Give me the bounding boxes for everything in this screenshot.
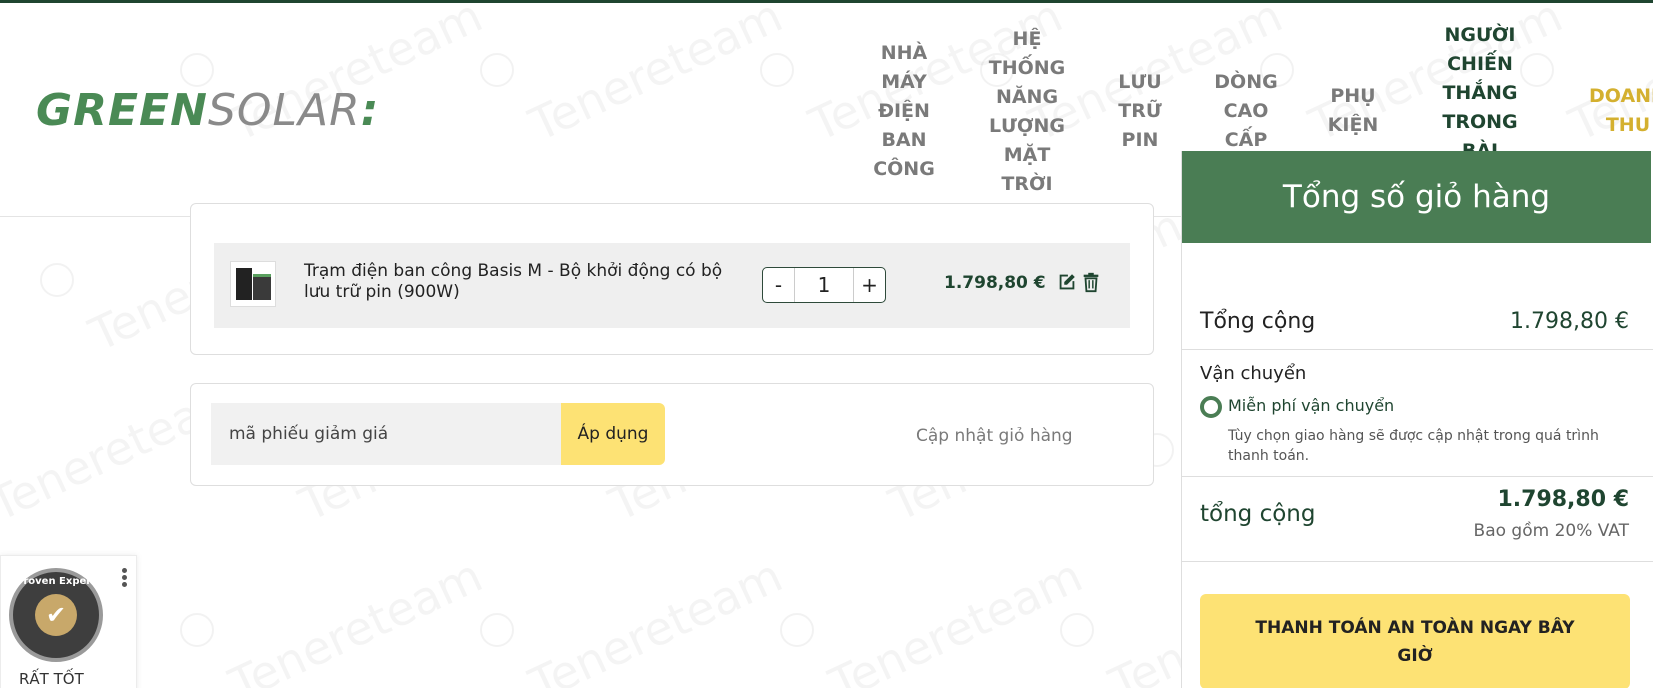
nav-battery-storage[interactable]: LƯU TRỮ PIN xyxy=(1114,68,1166,155)
divider xyxy=(1182,561,1653,562)
update-cart-button[interactable]: Cập nhật giỏ hàng xyxy=(916,426,1073,446)
quantity-increase-button[interactable]: + xyxy=(854,268,885,302)
apply-coupon-button[interactable]: Áp dụng xyxy=(561,403,665,465)
free-shipping-option-label[interactable]: Miễn phí vận chuyển xyxy=(1228,396,1394,415)
quantity-decrease-button[interactable]: - xyxy=(763,268,794,302)
divider xyxy=(1182,476,1653,477)
greensolar-logo[interactable]: GREENSOLAR: xyxy=(36,85,379,136)
subtotal-label: Tổng cộng xyxy=(1200,309,1316,334)
nav-test-winner[interactable]: NGƯỜI CHIẾN THẮNG TRONG BÀI KIỂM xyxy=(1434,21,1526,153)
subtotal-value: 1.798,80 € xyxy=(1510,309,1629,334)
cart-totals-title: Tổng số giỏ hàng xyxy=(1182,151,1651,243)
shipping-label: Vận chuyển xyxy=(1200,363,1307,384)
vat-note: Bao gồm 20% VAT xyxy=(1473,521,1629,541)
watermark-text: Tenereteam xyxy=(221,548,490,688)
watermark-seal xyxy=(780,613,814,647)
nav-sales[interactable]: DOANH THU xyxy=(1574,82,1653,140)
watermark-text: Tenereteam xyxy=(821,548,1090,688)
nav-solar-system[interactable]: HỆ THỐNG NĂNG LƯỢNG MẶT TRỜI xyxy=(985,25,1069,199)
watermark-seal xyxy=(180,613,214,647)
nav-premium-line[interactable]: DÒNG CAO CẤP xyxy=(1212,68,1280,155)
more-options-icon[interactable] xyxy=(118,566,130,592)
nav-balcony-power-plant[interactable]: NHÀ MÁY ĐIỆN BAN CÔNG xyxy=(866,39,942,184)
free-shipping-radio[interactable] xyxy=(1200,396,1222,418)
product-name[interactable]: Trạm điện ban công Basis M - Bộ khởi độn… xyxy=(304,261,734,303)
trash-icon[interactable] xyxy=(1080,271,1102,293)
coupon-code-input[interactable] xyxy=(211,403,561,465)
product-thumbnail[interactable] xyxy=(230,261,276,307)
checkmark-icon: ✔ xyxy=(35,594,77,636)
cart-item-row: Trạm điện ban công Basis M - Bộ khởi độn… xyxy=(214,243,1130,328)
shipping-note: Tùy chọn giao hàng sẽ được cập nhật tron… xyxy=(1228,428,1599,464)
page: TenereteamTenereteamTenereteamTenereteam… xyxy=(0,0,1653,688)
total-label: tổng cộng xyxy=(1200,501,1316,527)
cart-totals-panel: Tổng số giỏ hàng Tổng cộng 1.798,80 € Vậ… xyxy=(1181,151,1653,688)
watermark-seal xyxy=(1060,613,1094,647)
proven-expert-seal[interactable]: Proven Expert ✔ xyxy=(9,568,103,662)
item-price: 1.798,80 € xyxy=(944,273,1046,293)
edit-icon[interactable] xyxy=(1056,271,1078,293)
proven-expert-widget[interactable]: Proven Expert ✔ RẤT TỐT xyxy=(0,555,137,688)
coupon-card: Áp dụng Cập nhật giỏ hàng xyxy=(190,383,1154,486)
nav-accessories[interactable]: PHỤ KIỆN xyxy=(1324,82,1382,140)
total-value: 1.798,80 € xyxy=(1497,487,1629,512)
rating-label: RẤT TỐT xyxy=(19,670,84,688)
quantity-stepper: - 1 + xyxy=(762,267,886,303)
checkout-button[interactable]: THANH TOÁN AN TOÀN NGAY BÂY GIỜ xyxy=(1200,594,1630,688)
divider xyxy=(1182,349,1653,350)
quantity-value[interactable]: 1 xyxy=(794,268,854,302)
watermark-seal xyxy=(480,613,514,647)
watermark-seal xyxy=(40,263,74,297)
watermark-text: Tenereteam xyxy=(521,548,790,688)
